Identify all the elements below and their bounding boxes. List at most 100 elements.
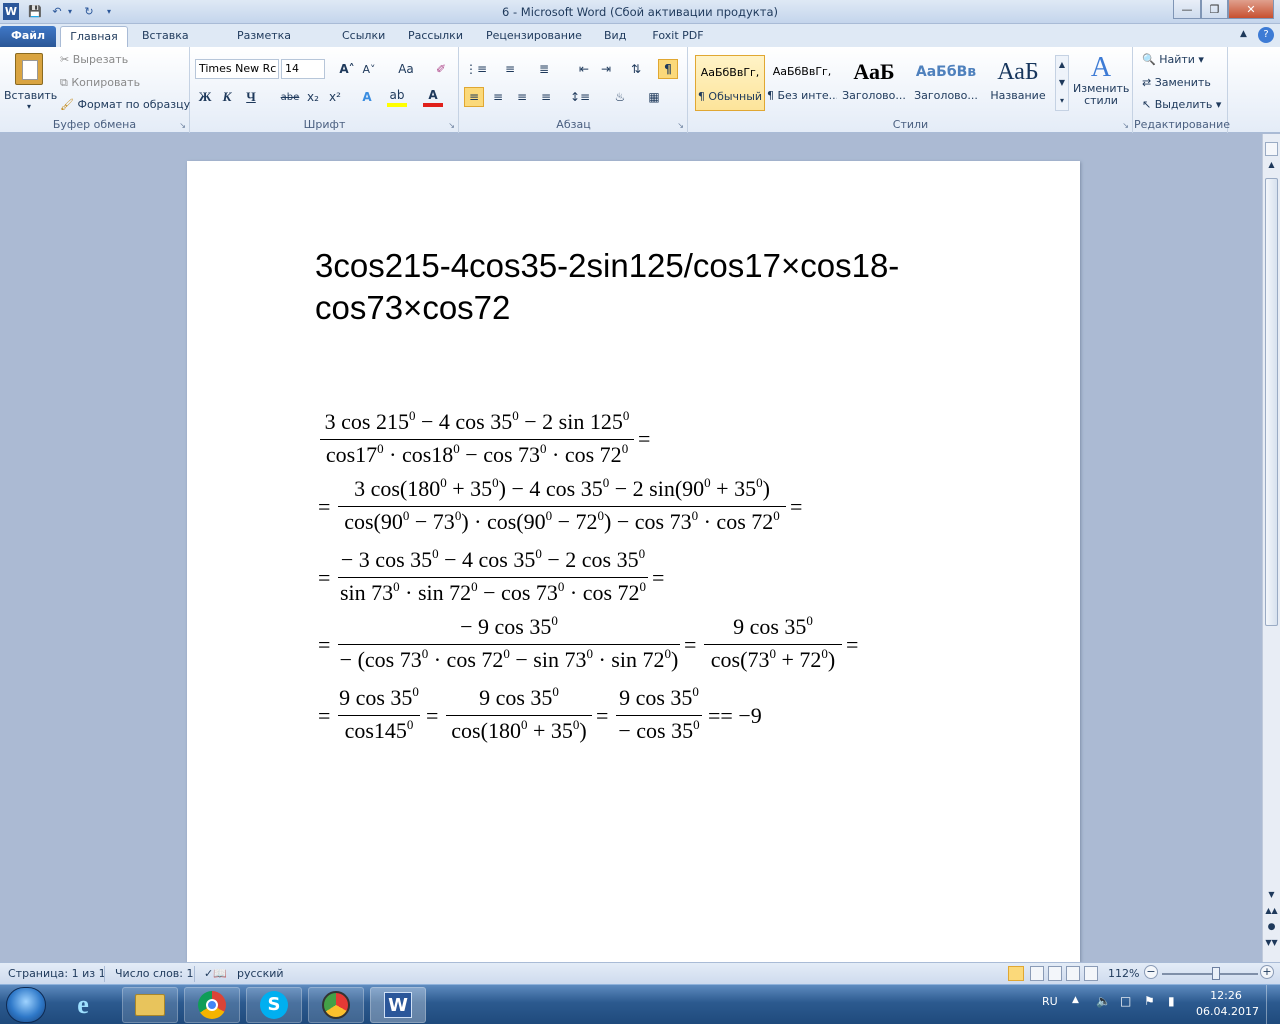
- speaker-icon[interactable]: 🔈: [1096, 994, 1111, 1008]
- ruler-toggle-icon[interactable]: [1265, 142, 1278, 156]
- grow-font-button[interactable]: A˄: [337, 59, 357, 79]
- tab-mailings[interactable]: Рассылки: [400, 26, 468, 47]
- spellcheck-icon[interactable]: ✓📖: [204, 967, 227, 980]
- superscript-button[interactable]: x²: [325, 87, 345, 107]
- flag-icon[interactable]: ⚑: [1144, 994, 1155, 1008]
- borders-icon[interactable]: ▦: [644, 87, 664, 107]
- text-effects-icon[interactable]: A: [357, 87, 377, 107]
- tab-page-layout[interactable]: Разметка страницы: [204, 26, 324, 62]
- scroll-up-icon[interactable]: ▲: [1265, 160, 1278, 169]
- copy-button[interactable]: ⧉ Копировать: [60, 76, 140, 90]
- font-color-icon[interactable]: A: [423, 87, 443, 107]
- draft-icon[interactable]: [1084, 966, 1098, 981]
- show-desktop-button[interactable]: [1266, 985, 1280, 1024]
- font-size-select[interactable]: 14: [281, 59, 325, 79]
- decrease-indent-icon[interactable]: ⇤: [574, 59, 594, 79]
- help-icon[interactable]: ?: [1258, 27, 1274, 43]
- font-name-select[interactable]: Times New Rc: [195, 59, 279, 79]
- fraction-denominator: cos(1800 + 350): [451, 717, 587, 743]
- format-painter-button[interactable]: 🖌 Формат по образцу: [60, 98, 190, 111]
- word-icon[interactable]: W: [370, 987, 426, 1023]
- underline-button[interactable]: Ч: [241, 87, 261, 107]
- power-icon[interactable]: ▮: [1168, 994, 1175, 1008]
- align-center-icon[interactable]: ≡: [488, 87, 508, 107]
- zoom-out-icon[interactable]: −: [1144, 965, 1158, 979]
- minimize-button[interactable]: —: [1173, 0, 1201, 19]
- minimize-ribbon-icon[interactable]: ▲: [1240, 29, 1247, 39]
- replace-button[interactable]: ⇄ Заменить: [1142, 76, 1211, 89]
- language-indicator[interactable]: русский: [237, 967, 284, 980]
- dialog-launcher-icon[interactable]: ↘: [1122, 121, 1129, 130]
- align-right-icon[interactable]: ≡: [512, 87, 532, 107]
- page-count[interactable]: Страница: 1 из 1: [8, 967, 106, 980]
- bullets-icon[interactable]: ⋮≡: [465, 59, 487, 79]
- zoom-in-icon[interactable]: +: [1260, 965, 1274, 979]
- outline-icon[interactable]: [1066, 966, 1080, 981]
- show-hidden-icons[interactable]: ▲: [1072, 995, 1079, 1005]
- scroll-down-icon[interactable]: ▼: [1265, 890, 1278, 899]
- align-left-icon[interactable]: ≡: [464, 87, 484, 107]
- full-screen-icon[interactable]: [1030, 966, 1044, 981]
- maximize-button[interactable]: ❐: [1201, 0, 1228, 19]
- strikethrough-button[interactable]: abe: [277, 87, 303, 107]
- change-case-button[interactable]: Aa: [393, 59, 419, 79]
- styles-scroll[interactable]: ▲ ▼ ▾: [1055, 55, 1069, 111]
- browse-object-icon[interactable]: ●: [1265, 922, 1278, 932]
- shading-icon[interactable]: ♨: [610, 87, 630, 107]
- previous-page-icon[interactable]: ▲▲: [1265, 906, 1278, 915]
- scroll-thumb[interactable]: [1265, 178, 1278, 626]
- line-spacing-icon[interactable]: ↕≡: [570, 87, 590, 107]
- increase-indent-icon[interactable]: ⇥: [596, 59, 616, 79]
- chrome-icon[interactable]: [184, 987, 240, 1023]
- style-no-spacing[interactable]: АаБбВвГг, ¶ Без инте...: [767, 55, 837, 111]
- show-marks-icon[interactable]: ¶: [658, 59, 678, 79]
- clock-time[interactable]: 12:26: [1196, 989, 1256, 1002]
- bold-button[interactable]: Ж: [195, 87, 215, 107]
- style-normal[interactable]: АаБбВвГг, ¶ Обычный: [695, 55, 765, 111]
- justify-icon[interactable]: ≡: [536, 87, 556, 107]
- subscript-button[interactable]: x₂: [303, 87, 323, 107]
- zoom-slider-thumb[interactable]: [1211, 967, 1220, 980]
- italic-button[interactable]: К: [217, 87, 237, 107]
- tab-home[interactable]: Главная: [60, 26, 128, 47]
- paste-button[interactable]: Вставить ▾: [4, 51, 57, 113]
- dialog-launcher-icon[interactable]: ↘: [448, 121, 455, 130]
- style-title[interactable]: АаБ Название: [983, 55, 1053, 111]
- dialog-launcher-icon[interactable]: ↘: [179, 121, 186, 130]
- word-count[interactable]: Число слов: 1: [115, 967, 194, 980]
- sort-icon[interactable]: ⇅: [626, 59, 646, 79]
- app-icon[interactable]: [308, 987, 364, 1023]
- vertical-scrollbar[interactable]: ▲ ▼ ▲▲ ● ▼▼: [1262, 134, 1280, 962]
- clock-date[interactable]: 06.04.2017: [1196, 1005, 1259, 1018]
- skype-icon[interactable]: S: [246, 987, 302, 1023]
- shrink-font-button[interactable]: A˅: [359, 59, 379, 79]
- tab-references[interactable]: Ссылки: [334, 26, 390, 47]
- numbering-icon[interactable]: ≡: [500, 59, 520, 79]
- tab-view[interactable]: Вид: [596, 26, 634, 47]
- web-layout-icon[interactable]: [1048, 966, 1062, 981]
- select-button[interactable]: ↖ Выделить ▾: [1142, 98, 1221, 111]
- ie-icon[interactable]: e: [68, 990, 98, 1019]
- multilevel-list-icon[interactable]: ≣: [534, 59, 554, 79]
- language-tray[interactable]: RU: [1042, 995, 1058, 1008]
- start-button[interactable]: [6, 987, 46, 1023]
- close-button[interactable]: ✕: [1228, 0, 1274, 19]
- change-styles-button[interactable]: A Изменить стили: [1073, 53, 1129, 107]
- highlight-icon[interactable]: ab: [387, 87, 407, 107]
- tab-file[interactable]: Файл: [0, 26, 56, 47]
- tab-insert[interactable]: Вставка: [134, 26, 194, 47]
- clear-formatting-icon[interactable]: ✐: [431, 59, 451, 79]
- zoom-level[interactable]: 112%: [1108, 967, 1139, 980]
- zoom-slider[interactable]: [1162, 973, 1258, 975]
- next-page-icon[interactable]: ▼▼: [1265, 938, 1278, 947]
- print-layout-icon[interactable]: [1008, 966, 1024, 981]
- dialog-launcher-icon[interactable]: ↘: [677, 121, 684, 130]
- style-heading-1[interactable]: АаБ Заголово...: [839, 55, 909, 111]
- network-icon[interactable]: □: [1120, 994, 1131, 1008]
- tab-foxit-pdf[interactable]: Foxit PDF: [644, 26, 712, 47]
- style-heading-2[interactable]: АаБбВв Заголово...: [911, 55, 981, 111]
- tab-review[interactable]: Рецензирование: [478, 26, 586, 47]
- explorer-icon[interactable]: [122, 987, 178, 1023]
- find-button[interactable]: 🔍 Найти ▾: [1142, 53, 1204, 66]
- cut-button[interactable]: ✂ Вырезать: [60, 53, 128, 66]
